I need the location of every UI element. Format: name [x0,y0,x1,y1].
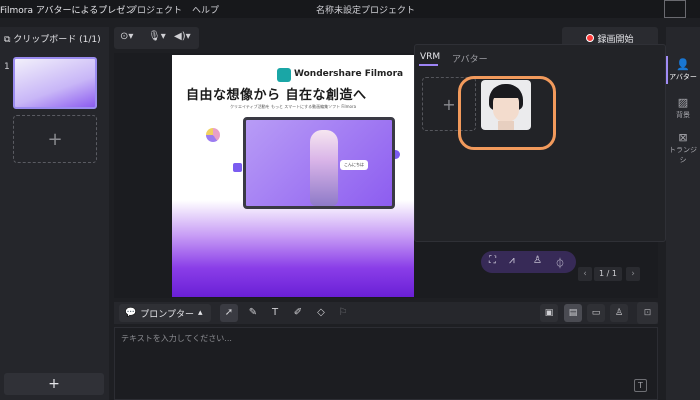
previous-page-button[interactable]: ‹ [578,267,592,281]
title-bar: Filmora アバターによるプレゼン プロジェクト ヘルプ 名称未設定プロジェ… [0,0,700,18]
next-page-button[interactable]: › [626,267,640,281]
text-format-icon[interactable]: T [634,379,647,392]
eraser-tool-icon[interactable]: ◇ [312,304,330,322]
layout-avatar-icon[interactable]: ♙ [610,304,628,322]
sidebar-item-background-label: 背景 [676,111,690,119]
square-decoration-icon [233,163,242,172]
sidebar-item-background[interactable]: ▨ 背景 [666,96,700,120]
canvas-float-controls: ⛶ ⩘ ♙ ⏀ [481,251,576,273]
speaker-icon[interactable]: ◀)▾ [174,31,191,42]
prompter-button[interactable]: 💬 プロンプター ▴ [119,304,211,322]
location-icon[interactable]: ⊙▾ [120,31,133,42]
pie-decoration-icon [206,128,220,142]
flip-icon[interactable]: ⏀ [555,255,565,270]
prompter-placeholder: テキストを入力してください... [121,334,232,343]
menu-help[interactable]: ヘルプ [192,3,219,16]
speech-bubble: こんにちは [340,160,368,170]
record-label: 録画開始 [597,34,634,45]
active-tab-indicator [419,64,438,66]
chevron-up-icon: ▴ [197,308,203,318]
cursor-tool-icon[interactable]: ➚ [220,304,238,322]
right-sidebar [666,27,700,400]
note-tool-icon[interactable]: ✐ [289,304,307,322]
menu-project[interactable]: プロジェクト [128,3,182,16]
layout-full-icon[interactable]: ▭ [587,304,605,322]
slide-thumbnail[interactable] [13,57,97,109]
avatar-icon[interactable]: ♙ [533,255,542,266]
tab-avatar[interactable]: アバター [452,52,488,65]
record-dot-icon [586,34,595,42]
highlight-ring [458,76,556,150]
prompter-label: プロンプター [140,309,194,320]
person-icon: 👤 [676,58,690,71]
transition-icon: ⊠ [678,131,688,144]
chat-icon: 💬 [125,308,137,318]
media-toolbar: ⊙▾ 🎙▾ ◀)▾ [114,27,199,49]
slide-headline: 自由な想像から 自在な創造へ [186,88,367,103]
sidebar-item-transition[interactable]: ⊠ トランジシ [666,131,700,165]
pin-icon[interactable]: ⊡ [637,302,658,324]
layers-icon: ⧉ [4,35,14,45]
slide-number: 1 [4,62,10,72]
background-icon: ▨ [677,96,689,109]
slide-brand: Wondershare Filmora [294,69,404,79]
clipboard-header-label: クリップボード (1/1) [13,35,101,45]
microphone-icon[interactable]: 🎙▾ [148,31,166,42]
layout-pip-icon[interactable]: ▣ [540,304,558,322]
sidebar-item-avatar[interactable]: 👤 アバター [666,58,700,82]
tab-vrm[interactable]: VRM [420,52,440,62]
add-slide-button[interactable]: + [4,373,104,395]
pen-tool-icon[interactable]: ✎ [244,304,262,322]
app-title: Filmora アバターによるプレゼン [0,6,135,16]
expand-icon[interactable]: ⛶ [489,255,496,266]
clipboard-header: ⧉ クリップボード (1/1) [4,32,101,45]
page-indicator: 1 / 1 [594,267,622,281]
blur-icon[interactable]: ⩘ [509,255,515,266]
anime-character-image [310,130,338,206]
window-control-button[interactable] [664,0,686,18]
filmora-logo-icon [277,68,291,82]
layout-split-icon[interactable]: ▤ [564,304,582,322]
stamp-tool-icon[interactable]: ⚐ [334,304,352,322]
add-slide-placeholder[interactable]: + [13,115,97,163]
window-title: 名称未設定プロジェクト [316,6,416,16]
slide-subline: クリエイティブ活動を もっと スマートにする動画編集ソフト Filmora [230,104,357,109]
sidebar-item-avatar-label: アバター [669,73,697,81]
text-tool-icon[interactable]: T [266,304,284,322]
sidebar-item-transition-label: トランジシ [669,146,697,164]
